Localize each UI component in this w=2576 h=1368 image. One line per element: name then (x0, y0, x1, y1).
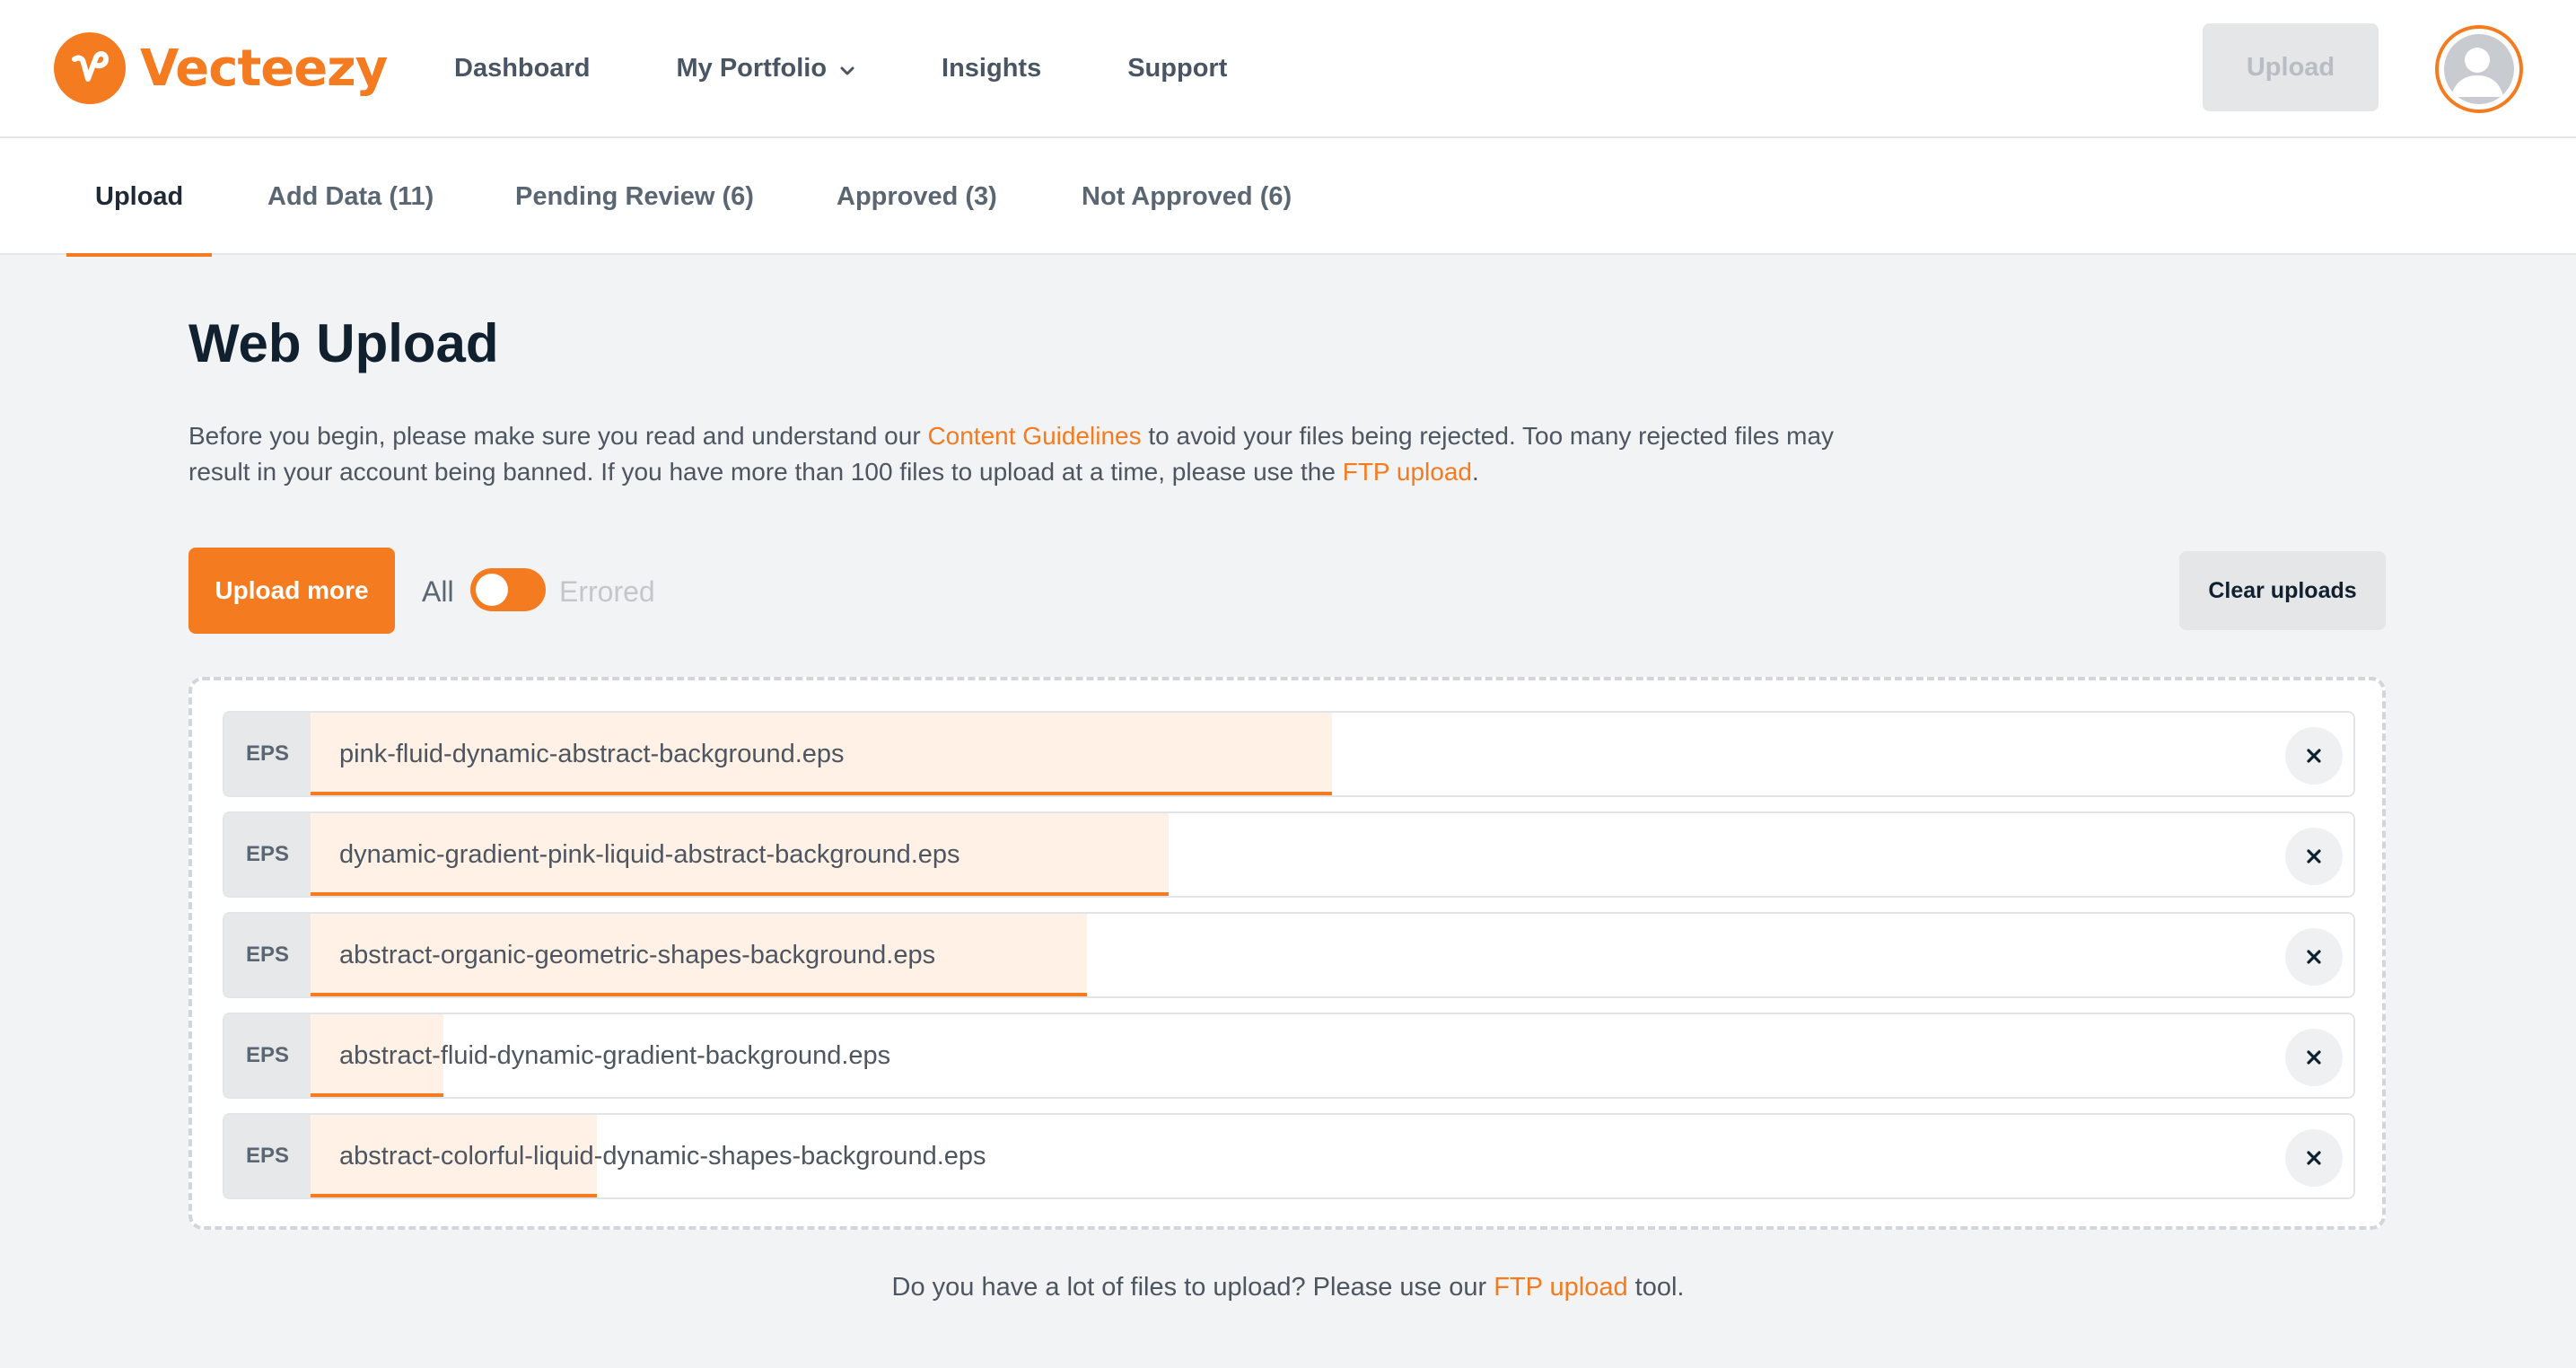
tab-upload[interactable]: Upload (66, 138, 213, 257)
file-name: abstract-colorful-liquid-dynamic-shapes-… (339, 1141, 986, 1171)
footer-note: Do you have a lot of files to upload? Pl… (0, 1273, 2576, 1302)
nav-support[interactable]: Support (1127, 54, 1227, 83)
remove-file-button[interactable] (2285, 828, 2343, 885)
remove-file-button[interactable] (2285, 928, 2343, 986)
close-icon (2307, 749, 2321, 763)
file-type-badge: EPS (224, 1014, 311, 1097)
upload-file-row: EPS pink-fluid-dynamic-abstract-backgroun… (223, 711, 2355, 797)
main-nav: Dashboard My Portfolio Insights Support (454, 0, 1313, 136)
upload-file-row: EPS abstract-fluid-dynamic-gradient-backg… (223, 1013, 2355, 1099)
close-icon (2307, 950, 2321, 964)
file-name: dynamic-gradient-pink-liquid-abstract-ba… (339, 839, 960, 869)
close-icon (2307, 849, 2321, 864)
tab-not-approved[interactable]: Not Approved (6) (1082, 138, 1292, 255)
remove-file-button[interactable] (2285, 1129, 2343, 1187)
upload-more-button[interactable]: Upload more (188, 548, 395, 634)
file-type-badge: EPS (224, 1115, 311, 1197)
upload-file-row: EPS dynamic-gradient-pink-liquid-abstract… (223, 811, 2355, 898)
remove-file-button[interactable] (2285, 1029, 2343, 1086)
close-icon (2307, 1151, 2321, 1165)
header-upload-button[interactable]: Upload (2203, 23, 2379, 111)
tab-pending-review[interactable]: Pending Review (6) (515, 138, 754, 255)
file-type-badge: EPS (224, 914, 311, 996)
top-navigation-bar: Vecteezy Dashboard My Portfolio Insights… (0, 0, 2576, 138)
clear-uploads-button[interactable]: Clear uploads (2179, 551, 2386, 630)
tab-approved-label: Approved (3) (837, 181, 997, 211)
user-avatar-button[interactable] (2435, 25, 2523, 113)
nav-my-portfolio-label: My Portfolio (676, 53, 828, 83)
brand-name: Vecteezy (140, 39, 388, 98)
file-name: pink-fluid-dynamic-abstract-background.e… (339, 739, 845, 768)
tab-approved[interactable]: Approved (3) (837, 138, 997, 255)
nav-insights-label: Insights (942, 53, 1042, 83)
ftp-upload-link[interactable]: FTP upload (1343, 458, 1472, 486)
file-type-badge: EPS (224, 713, 311, 795)
nav-dashboard-label: Dashboard (454, 53, 591, 83)
upload-file-row: EPS abstract-colorful-liquid-dynamic-shap… (223, 1113, 2355, 1199)
intro-text-part1: Before you begin, please make sure you r… (188, 422, 928, 450)
filter-errored-label[interactable]: Errored (559, 575, 655, 609)
close-icon (2307, 1050, 2321, 1065)
brand-logo[interactable]: Vecteezy (54, 31, 388, 105)
upload-tabs: Upload Add Data (11) Pending Review (6) … (0, 138, 2576, 257)
footer-note-part1: Do you have a lot of files to upload? Pl… (891, 1273, 1494, 1302)
tab-not-approved-label: Not Approved (6) (1082, 181, 1292, 211)
file-name: abstract-fluid-dynamic-gradient-backgrou… (339, 1040, 891, 1070)
tab-upload-label: Upload (95, 181, 184, 211)
nav-dashboard[interactable]: Dashboard (454, 54, 590, 83)
file-type-badge: EPS (224, 813, 311, 896)
tab-add-data[interactable]: Add Data (11) (267, 138, 434, 255)
tab-pending-review-label: Pending Review (6) (515, 181, 754, 211)
user-avatar-icon (2444, 34, 2514, 104)
intro-text: Before you begin, please make sure you r… (188, 418, 1894, 490)
chevron-down-icon (839, 54, 855, 83)
footer-ftp-upload-link[interactable]: FTP upload (1494, 1273, 1627, 1302)
errored-filter-toggle[interactable] (470, 568, 546, 611)
remove-file-button[interactable] (2285, 727, 2343, 785)
tab-add-data-label: Add Data (11) (267, 181, 434, 211)
toggle-knob (476, 574, 508, 606)
file-name: abstract-organic-geometric-shapes-backgr… (339, 940, 936, 969)
upload-file-row: EPS abstract-organic-geometric-shapes-bac… (223, 912, 2355, 998)
intro-text-part3: . (1471, 458, 1479, 486)
footer-note-part2: tool. (1627, 1273, 1685, 1302)
vecteezy-v-logo-icon (54, 32, 126, 104)
content-guidelines-link[interactable]: Content Guidelines (927, 422, 1141, 450)
nav-insights[interactable]: Insights (942, 54, 1041, 83)
upload-dropzone[interactable]: EPS pink-fluid-dynamic-abstract-backgroun… (188, 677, 2386, 1230)
filter-all-label[interactable]: All (422, 575, 454, 609)
nav-support-label: Support (1127, 53, 1228, 83)
page-title: Web Upload (188, 313, 499, 373)
nav-my-portfolio[interactable]: My Portfolio (676, 54, 855, 83)
